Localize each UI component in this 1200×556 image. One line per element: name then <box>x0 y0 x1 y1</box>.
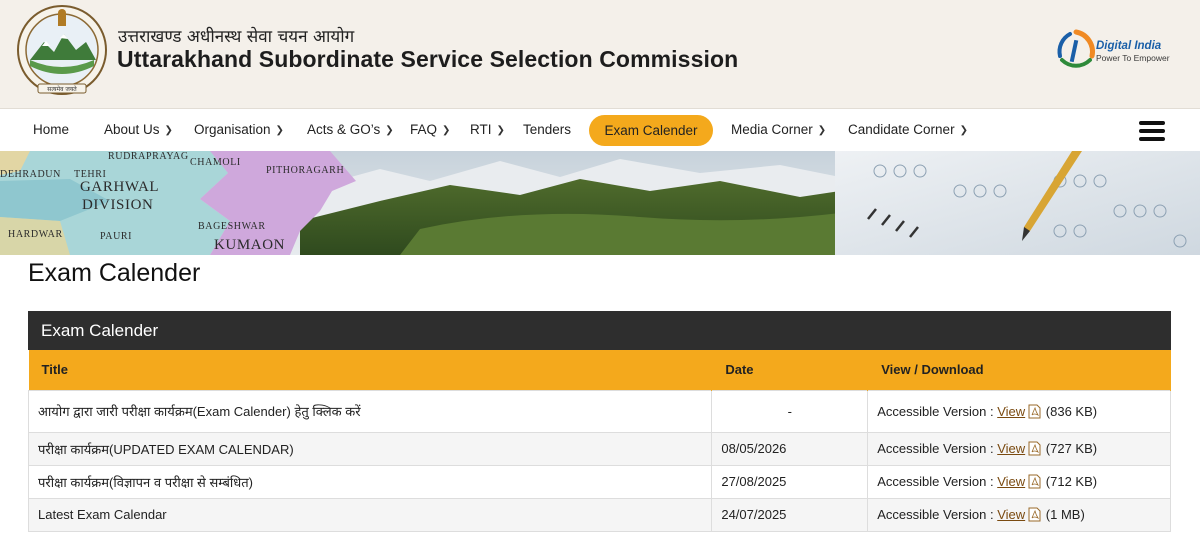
nav-item-acts-gos[interactable]: Acts & GO’s ❯ <box>307 109 394 151</box>
file-size: (727 KB) <box>1045 441 1098 456</box>
chevron-down-icon: ❯ <box>496 125 505 136</box>
row-download-cell: Accessible Version : View (727 KB) <box>867 431 1171 466</box>
pdf-icon[interactable] <box>1028 404 1041 419</box>
page-title: Exam Calender <box>28 259 201 287</box>
nav-label: About Us <box>104 122 160 137</box>
chevron-down-icon: ❯ <box>959 125 968 136</box>
chevron-down-icon: ❯ <box>385 125 394 136</box>
hamburger-icon[interactable] <box>1139 121 1165 141</box>
nav-item-media-corner[interactable]: Media Corner ❯ <box>731 109 826 151</box>
site-header: सत्यमेव जयते उत्तराखण्ड अधीनस्थ सेवा चयन… <box>0 0 1200 108</box>
title-hindi: उत्तराखण्ड अधीनस्थ सेवा चयन आयोग <box>118 27 355 47</box>
nav-item-organisation[interactable]: Organisation ❯ <box>194 109 284 151</box>
nav-item-exam-calender[interactable]: Exam Calender <box>589 115 713 146</box>
view-link[interactable]: View <box>997 507 1025 522</box>
nav-label: Home <box>33 122 70 137</box>
chevron-down-icon: ❯ <box>164 125 173 136</box>
nav-label: Exam Calender <box>604 123 698 138</box>
row-date: 24/07/2025 <box>711 497 869 532</box>
column-header-title: Title <box>28 350 713 390</box>
table-row: Latest Exam Calendar 24/07/2025 Accessib… <box>27 497 1171 532</box>
map-label-pithoragarh: PITHORAGARH <box>266 165 345 176</box>
file-size: (1 MB) <box>1045 507 1085 522</box>
map-label-rudraprayag: RUDRAPRAYAG <box>108 151 189 162</box>
column-header-view-download: View / Download <box>867 350 1171 390</box>
map-label-kumaon: KUMAON <box>214 237 286 253</box>
map-label-division: DIVISION <box>82 197 154 213</box>
map-label-pauri: PAURI <box>100 231 133 242</box>
table-header-row: Title Date View / Download <box>28 350 1171 390</box>
row-date: 08/05/2026 <box>711 431 869 466</box>
map-label-garhwal: GARHWAL <box>80 179 160 195</box>
nav-item-candidate-corner[interactable]: Candidate Corner ❯ <box>848 109 968 151</box>
chevron-down-icon: ❯ <box>442 125 451 136</box>
hero-banner: RUDRAPRAYAG CHAMOLI DEHRADUN TEHRI GARHW… <box>0 151 1200 255</box>
commission-emblem-logo[interactable]: सत्यमेव जयते <box>16 4 108 98</box>
view-link[interactable]: View <box>997 441 1025 456</box>
map-label-bageshwar: BAGESHWAR <box>198 221 266 232</box>
digital-india-text: Digital India <box>1096 40 1162 52</box>
file-size: (712 KB) <box>1045 474 1098 489</box>
accessible-version-label: Accessible Version : <box>877 441 994 456</box>
column-header-date: Date <box>711 350 869 390</box>
nav-label: Organisation <box>194 122 271 137</box>
nav-item-faq[interactable]: FAQ ❯ <box>410 109 450 151</box>
nav-label: Acts & GO’s <box>307 122 381 137</box>
nav-label: Media Corner <box>731 122 813 137</box>
view-link[interactable]: View <box>997 474 1025 489</box>
emblem-motto: सत्यमेव जयते <box>47 85 77 93</box>
map-label-chamoli: CHAMOLI <box>190 157 241 168</box>
row-download-cell: Accessible Version : View (1 MB) <box>867 497 1171 532</box>
chevron-down-icon: ❯ <box>817 125 827 136</box>
row-date: - <box>711 389 869 433</box>
nav-item-rti[interactable]: RTI ❯ <box>470 109 505 151</box>
banner-image <box>0 151 1200 255</box>
map-label-dehradun: DEHRADUN <box>0 169 61 180</box>
exam-calender-table: Title Date View / Download आयोग द्वारा ज… <box>27 350 1171 532</box>
map-label-hardwar: HARDWAR <box>8 229 63 240</box>
nav-item-home[interactable]: Home <box>33 109 69 151</box>
chevron-down-icon: ❯ <box>275 125 284 136</box>
pdf-icon[interactable] <box>1028 474 1041 489</box>
accessible-version-label: Accessible Version : <box>877 474 994 489</box>
table-row: परीक्षा कार्यक्रम(विज्ञापन व परीक्षा से … <box>27 464 1171 499</box>
nav-item-tenders[interactable]: Tenders <box>523 109 571 151</box>
pdf-icon[interactable] <box>1028 507 1041 522</box>
nav-label: FAQ <box>410 122 438 137</box>
nav-item-about-us[interactable]: About Us ❯ <box>104 109 173 151</box>
title-english: Uttarakhand Subordinate Service Selectio… <box>117 46 739 72</box>
digital-india-tagline: Power To Empower <box>1096 53 1170 63</box>
row-title: परीक्षा कार्यक्रम(विज्ञापन व परीक्षा से … <box>27 464 713 499</box>
exam-calender-panel: Exam Calender Title Date View / Download… <box>27 311 1171 532</box>
row-download-cell: Accessible Version : View (712 KB) <box>867 464 1171 499</box>
row-title: Latest Exam Calendar <box>27 497 713 532</box>
accessible-version-label: Accessible Version : <box>877 507 994 522</box>
main-nav: Home About Us ❯ Organisation ❯ Acts & GO’s… <box>0 108 1200 151</box>
table-row: परीक्षा कार्यक्रम(UPDATED EXAM CALENDAR)… <box>27 431 1171 466</box>
nav-label: Candidate Corner <box>848 122 955 137</box>
nav-label: RTI <box>470 122 492 137</box>
file-size: (836 KB) <box>1045 403 1098 419</box>
row-date: 27/08/2025 <box>711 464 869 499</box>
nav-label: Tenders <box>523 122 572 137</box>
row-title: परीक्षा कार्यक्रम(UPDATED EXAM CALENDAR) <box>27 431 713 466</box>
table-row: आयोग द्वारा जारी परीक्षा कार्यक्रम(Exam … <box>27 389 1171 433</box>
pdf-icon[interactable] <box>1028 441 1041 456</box>
accessible-version-label: Accessible Version : <box>877 403 994 419</box>
row-title: आयोग द्वारा जारी परीक्षा कार्यक्रम(Exam … <box>27 389 713 433</box>
view-link[interactable]: View <box>997 404 1025 419</box>
row-download-cell: Accessible Version : View (836 KB) <box>867 389 1171 433</box>
panel-heading: Exam Calender <box>28 311 1171 350</box>
